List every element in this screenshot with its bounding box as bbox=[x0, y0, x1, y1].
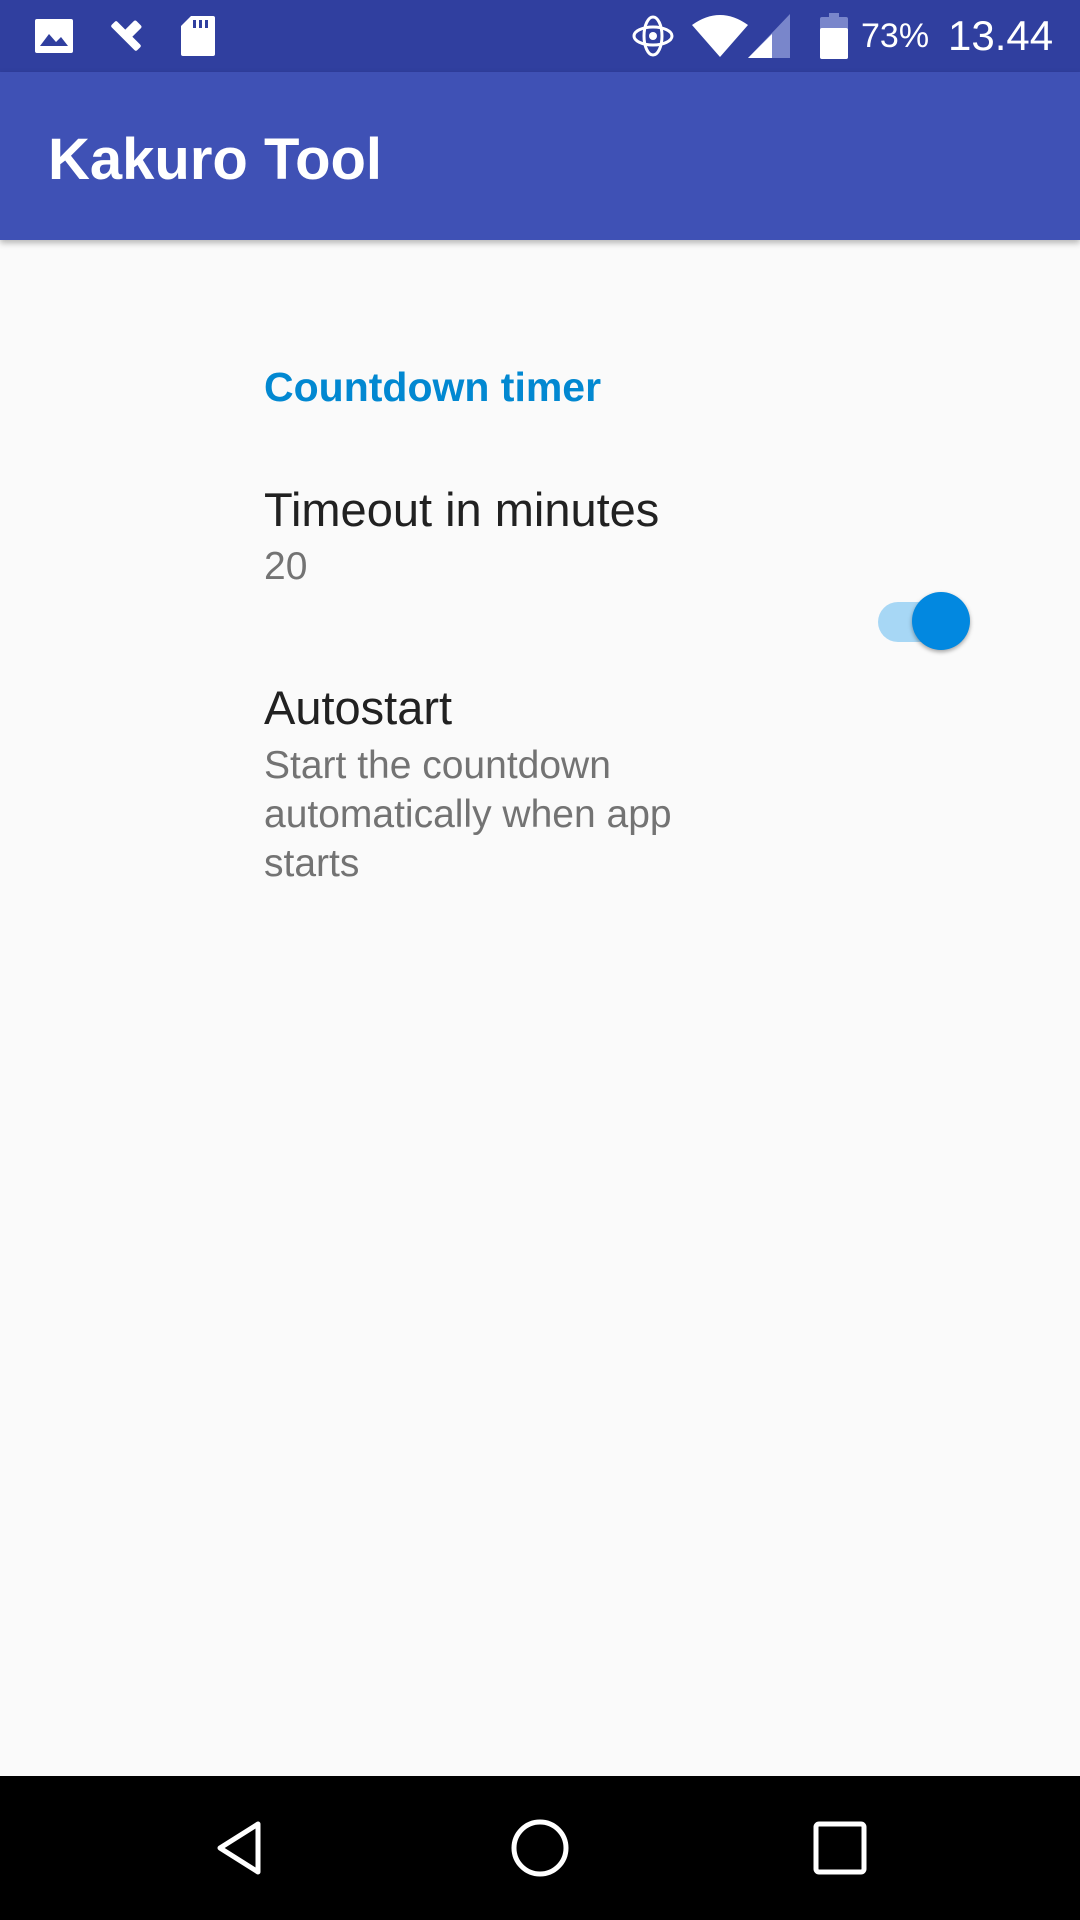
timeout-title: Timeout in minutes bbox=[264, 483, 660, 536]
image-icon bbox=[32, 0, 76, 72]
status-bar: 73% 13.44 bbox=[0, 0, 1080, 72]
autostart-title: Autostart bbox=[264, 681, 453, 734]
category-title: Countdown timer bbox=[264, 364, 602, 410]
autostart-summary: Start the countdown automatically when a… bbox=[264, 744, 672, 885]
navigation-bar bbox=[0, 1776, 1080, 1920]
sd-card-icon bbox=[178, 0, 218, 72]
app-bar: Kakuro Tool bbox=[0, 72, 1080, 240]
sync-icon bbox=[630, 0, 676, 72]
wifi-icon bbox=[692, 0, 748, 72]
home-icon[interactable] bbox=[468, 1776, 612, 1920]
battery-icon bbox=[816, 0, 852, 72]
app-title: Kakuro Tool bbox=[48, 127, 383, 192]
recents-icon[interactable] bbox=[768, 1776, 912, 1920]
cell-signal-icon bbox=[746, 0, 792, 72]
battery-percent: 73% bbox=[861, 17, 930, 55]
autostart-preference[interactable]: Autostart Start the countdown automatica… bbox=[0, 680, 1080, 930]
back-icon[interactable] bbox=[168, 1776, 312, 1920]
status-time: 13.44 bbox=[948, 12, 1054, 59]
tools-icon bbox=[104, 0, 148, 72]
switch-thumb bbox=[912, 592, 970, 650]
autostart-switch[interactable] bbox=[876, 586, 976, 650]
timeout-value: 20 bbox=[264, 545, 308, 588]
